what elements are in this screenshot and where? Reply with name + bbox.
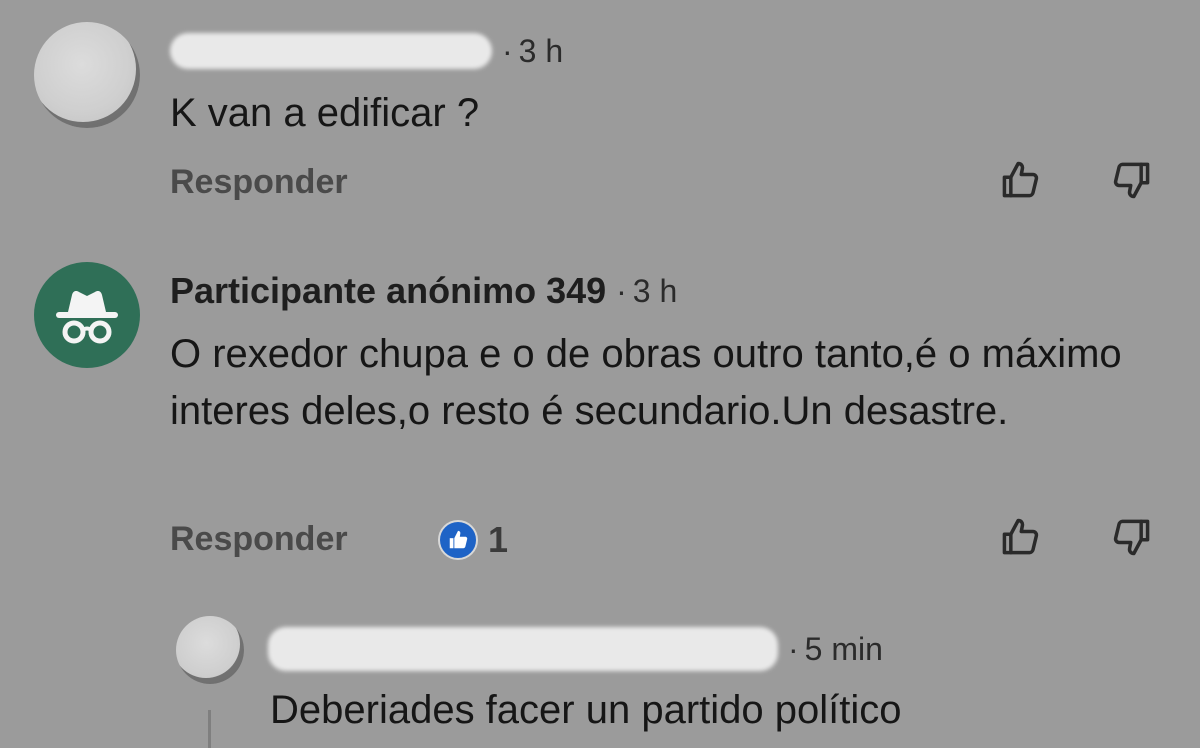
- reply-button[interactable]: Responder: [170, 163, 348, 202]
- author-name[interactable]: Participante anónimo 349: [170, 270, 606, 312]
- avatar[interactable]: [176, 616, 244, 684]
- avatar[interactable]: [34, 22, 140, 128]
- comment-1: · 3 h K van a edificar ? Responder: [0, 0, 1200, 240]
- like-badge-icon: [438, 520, 478, 560]
- incognito-icon: [56, 291, 118, 344]
- comment-text: O rexedor chupa e o de obras outro tanto…: [170, 332, 1122, 433]
- like-summary[interactable]: 1: [438, 519, 508, 561]
- avatar[interactable]: [34, 262, 140, 368]
- thumb-up-icon[interactable]: [998, 158, 1042, 202]
- comment-timestamp: 3 h: [632, 272, 678, 309]
- like-count: 1: [488, 519, 509, 560]
- comment-2: Participante anónimo 349 · 3 h O rexedor…: [0, 240, 1200, 610]
- redacted-author-name[interactable]: [268, 627, 778, 671]
- thumb-up-icon[interactable]: [998, 515, 1042, 559]
- meta-separator: ·: [502, 32, 513, 69]
- thumb-down-icon[interactable]: [1110, 158, 1154, 202]
- comment-timestamp: 3 h: [518, 32, 564, 69]
- comment-meta: · 3 h: [170, 28, 563, 74]
- comment-meta: Participante anónimo 349 · 3 h: [170, 268, 677, 314]
- comment-meta: · 5 min: [268, 626, 883, 672]
- comment-text: K van a edificar ?: [170, 91, 480, 135]
- comment-timestamp: 5 min: [804, 630, 883, 667]
- redacted-author-name[interactable]: [170, 33, 492, 69]
- thread-line: [208, 710, 211, 748]
- reply-comment: · 5 min Deberiades facer un partido polí…: [0, 610, 1200, 748]
- meta-separator: ·: [788, 630, 799, 667]
- comment-text: Deberiades facer un partido político: [270, 688, 902, 732]
- reply-button[interactable]: Responder: [170, 520, 348, 559]
- meta-separator: ·: [616, 272, 627, 309]
- thumb-down-icon[interactable]: [1110, 515, 1154, 559]
